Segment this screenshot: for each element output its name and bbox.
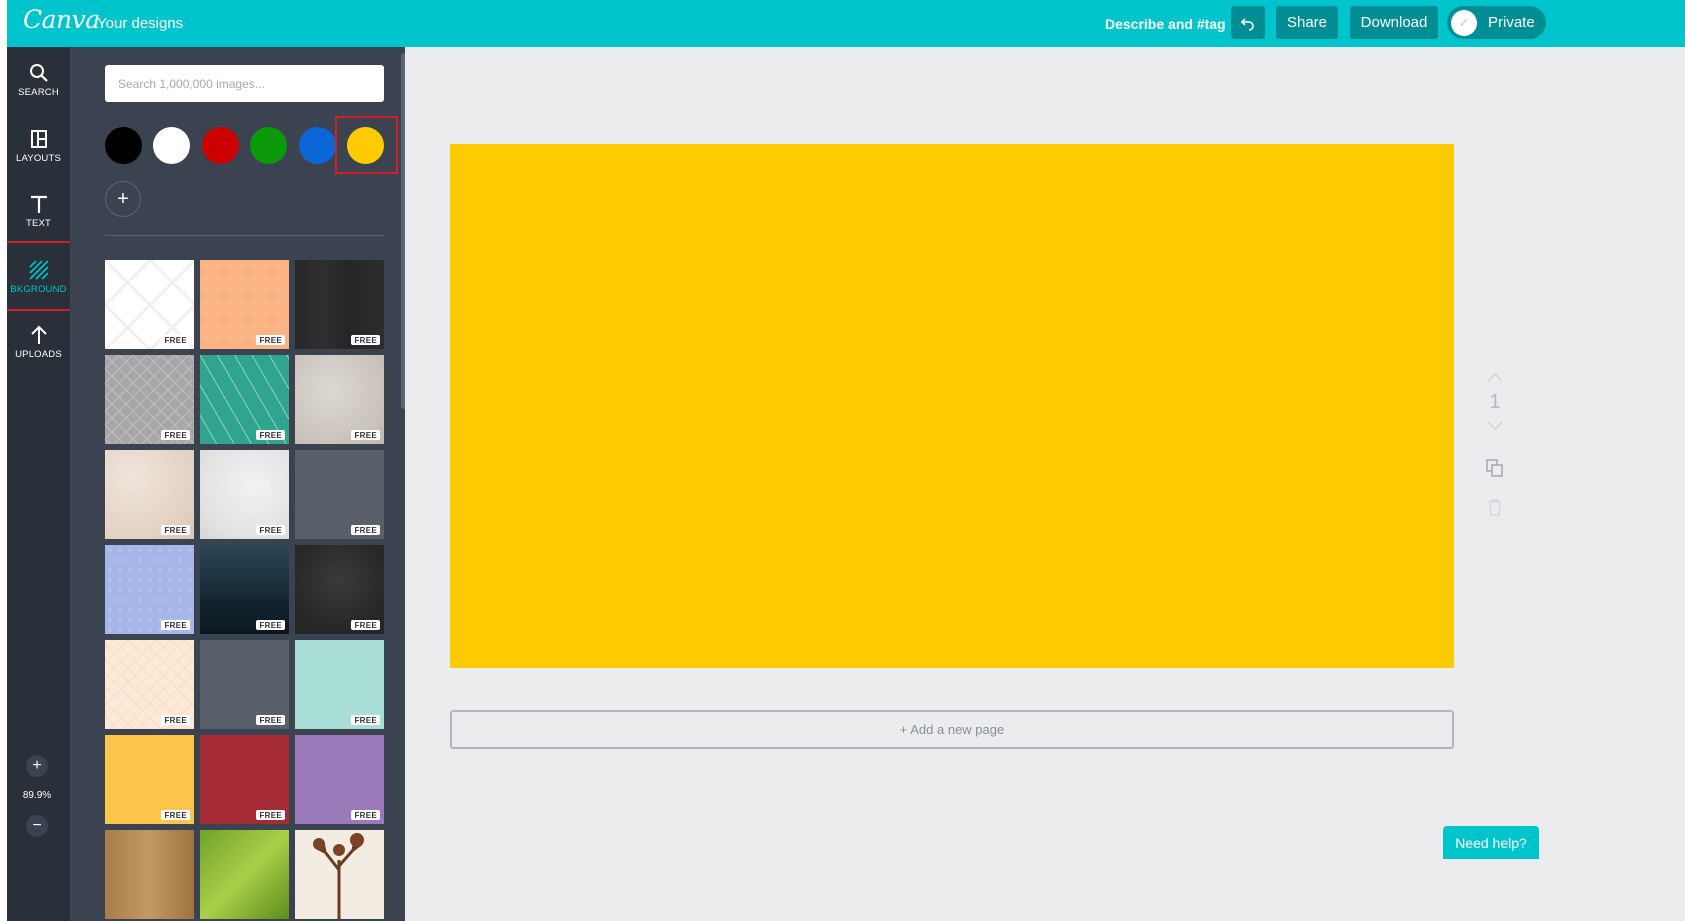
background-tile[interactable]: FREE [200,735,289,824]
privacy-toggle[interactable]: ✓ Private [1447,6,1546,39]
design-page-canvas[interactable] [450,144,1454,668]
background-tile[interactable]: FREE [105,260,194,349]
upload-icon [30,325,47,344]
free-badge: FREE [351,715,380,725]
background-tile[interactable]: FREE [295,260,384,349]
color-swatch-red[interactable] [202,127,239,164]
background-tile[interactable]: FREE [200,260,289,349]
panel-divider [105,235,384,236]
background-tile[interactable] [105,830,194,919]
color-swatch-blue[interactable] [299,127,336,164]
free-badge: FREE [256,525,285,535]
background-tile[interactable]: FREE [105,355,194,444]
share-button[interactable]: Share [1276,6,1338,39]
free-badge: FREE [256,715,285,725]
top-bar: Canva Your designs Describe and #tag Sha… [7,0,1685,47]
background-tile[interactable]: FREE [200,450,289,539]
free-badge: FREE [161,525,190,535]
background-tile[interactable]: FREE [105,640,194,729]
free-badge: FREE [161,715,190,725]
zoom-in-button[interactable]: + [26,755,48,777]
free-badge: FREE [256,810,285,820]
free-badge: FREE [161,810,190,820]
sidebar-item-label: TEXT [25,218,52,229]
free-badge: FREE [351,525,380,535]
sidebar-item-uploads[interactable]: UPLOADS [7,309,70,371]
background-tile[interactable]: FREE [295,545,384,634]
copy-icon[interactable] [1485,458,1505,478]
chevron-up-icon[interactable] [1487,372,1503,382]
need-help-button[interactable]: Need help? [1443,826,1539,859]
background-tile[interactable] [295,830,384,919]
trash-icon[interactable] [1486,497,1504,517]
add-new-page-button[interactable]: + Add a new page [450,710,1454,749]
image-search-input[interactable] [105,65,384,102]
free-badge: FREE [256,430,285,440]
background-tile[interactable]: FREE [295,355,384,444]
text-icon [30,195,47,213]
background-tile[interactable]: FREE [105,545,194,634]
page-number: 1 [1489,391,1501,413]
privacy-label: Private [1488,14,1535,31]
color-swatch-yellow[interactable] [347,127,384,164]
download-button[interactable]: Download [1350,6,1438,39]
check-icon: ✓ [1451,9,1477,36]
design-workspace: + Add a new page 1 Need help? [405,47,1685,921]
canva-editor: Canva Your designs Describe and #tag Sha… [7,0,1685,921]
sidebar-item-label: SEARCH [18,87,59,98]
tree-icon [313,833,364,919]
background-tile[interactable]: FREE [105,450,194,539]
sidebar-item-label: BKGROUND [10,284,67,295]
background-icon [28,260,49,280]
undo-button[interactable] [1231,6,1265,39]
free-badge: FREE [351,810,380,820]
background-tile[interactable]: FREE [200,640,289,729]
zoom-level: 89.9% [22,790,52,801]
background-tile[interactable] [200,830,289,919]
background-tile[interactable]: FREE [295,640,384,729]
sidebar-item-layouts[interactable]: LAYOUTS [7,113,70,175]
free-badge: FREE [256,620,285,630]
background-panel: + FREE FREE FREE FREE FREE FREE FREE FRE… [70,47,405,921]
your-designs-link[interactable]: Your designs [97,15,183,32]
background-tile[interactable]: FREE [200,545,289,634]
sidebar-item-text[interactable]: TEXT [7,178,70,240]
free-badge: FREE [351,620,380,630]
free-badge: FREE [351,430,380,440]
sidebar-item-label: LAYOUTS [15,153,62,164]
free-badge: FREE [161,430,190,440]
background-tile[interactable]: FREE [295,735,384,824]
undo-icon [1240,17,1254,31]
free-badge: FREE [161,335,190,345]
background-tile[interactable]: FREE [105,735,194,824]
sidebar-item-label: UPLOADS [15,349,62,360]
sidebar-item-search[interactable]: SEARCH [7,47,70,109]
background-tile[interactable]: FREE [200,355,289,444]
sidebar-nav: SEARCH LAYOUTS TEXT BKGROUND UPLOADS + 8… [7,47,70,921]
color-swatch-green[interactable] [250,127,287,164]
page-tools: 1 [1480,369,1510,522]
canva-logo[interactable]: Canva [23,5,100,34]
color-swatch-black[interactable] [105,127,142,164]
free-badge: FREE [161,620,190,630]
color-swatch-white[interactable] [153,127,190,164]
search-icon [29,64,48,82]
free-badge: FREE [256,335,285,345]
zoom-out-button[interactable]: − [26,815,48,837]
chevron-down-icon[interactable] [1487,421,1503,431]
layouts-icon [30,130,47,148]
free-badge: FREE [351,335,380,345]
background-tile[interactable]: FREE [295,450,384,539]
add-color-button[interactable]: + [105,181,141,217]
describe-and-tag-link[interactable]: Describe and #tag [1105,16,1226,32]
sidebar-item-background[interactable]: BKGROUND [7,244,70,306]
